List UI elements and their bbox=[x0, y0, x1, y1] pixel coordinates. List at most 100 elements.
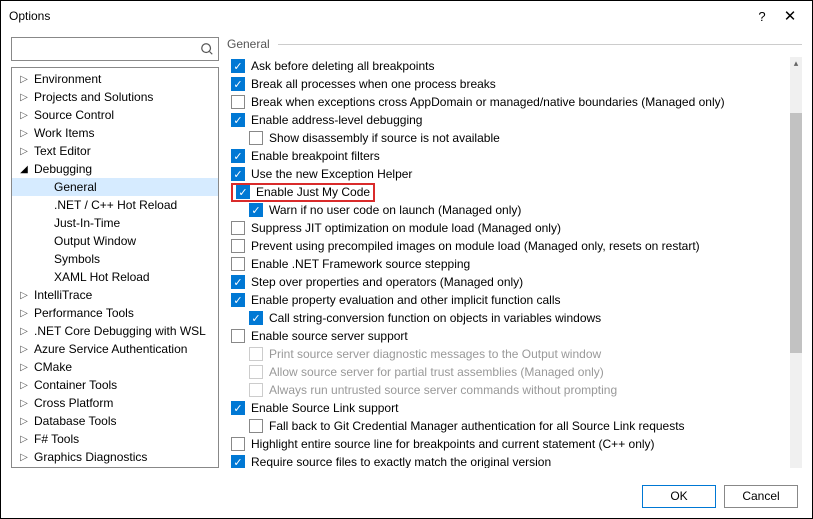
chevron-right-icon[interactable]: ▷ bbox=[18, 308, 30, 319]
option-label: Enable .NET Framework source stepping bbox=[251, 257, 470, 271]
tree-item[interactable]: ▷Database Tools bbox=[12, 412, 218, 430]
tree-item-label: XAML Hot Reload bbox=[50, 270, 150, 284]
search-input[interactable] bbox=[12, 42, 196, 56]
checkbox bbox=[249, 347, 263, 361]
checkbox[interactable] bbox=[231, 221, 245, 235]
scrollbar-up-icon[interactable]: ▴ bbox=[790, 57, 802, 69]
option-label: Use the new Exception Helper bbox=[251, 167, 412, 181]
option-row: Fall back to Git Credential Manager auth… bbox=[227, 417, 788, 435]
option-row: ✓Call string-conversion function on obje… bbox=[227, 309, 788, 327]
checkbox[interactable] bbox=[231, 239, 245, 253]
tree-item[interactable]: ▷Source Control bbox=[12, 106, 218, 124]
checkbox[interactable] bbox=[249, 419, 263, 433]
checkbox[interactable]: ✓ bbox=[231, 275, 245, 289]
tree-item-label: Container Tools bbox=[30, 378, 117, 392]
tree-item[interactable]: ▷.NET Core Debugging with WSL bbox=[12, 322, 218, 340]
tree-item[interactable]: ▷Azure Service Authentication bbox=[12, 340, 218, 358]
chevron-right-icon[interactable]: ▷ bbox=[18, 380, 30, 391]
tree-item[interactable]: ◢Debugging bbox=[12, 160, 218, 178]
tree-item-label: F# Tools bbox=[30, 432, 79, 446]
checkbox[interactable]: ✓ bbox=[231, 401, 245, 415]
checkbox[interactable]: ✓ bbox=[231, 59, 245, 73]
option-label: Allow source server for partial trust as… bbox=[269, 365, 604, 379]
tree-item[interactable]: General bbox=[12, 178, 218, 196]
tree-item[interactable]: ▷Performance Tools bbox=[12, 304, 218, 322]
option-row: ✓Warn if no user code on launch (Managed… bbox=[227, 201, 788, 219]
chevron-right-icon[interactable]: ▷ bbox=[18, 362, 30, 373]
chevron-right-icon[interactable]: ▷ bbox=[18, 74, 30, 85]
chevron-down-icon[interactable]: ◢ bbox=[18, 164, 30, 175]
highlighted-option: ✓Enable Just My Code bbox=[231, 183, 375, 202]
checkbox[interactable] bbox=[231, 329, 245, 343]
chevron-right-icon[interactable]: ▷ bbox=[18, 110, 30, 121]
tree-item-label: Performance Tools bbox=[30, 306, 134, 320]
tree-item[interactable]: ▷IntelliTrace bbox=[12, 286, 218, 304]
option-label: Break all processes when one process bre… bbox=[251, 77, 496, 91]
checkbox[interactable] bbox=[231, 95, 245, 109]
tree-item[interactable]: ▷Graphics Diagnostics bbox=[12, 448, 218, 466]
tree-item[interactable]: Output Window bbox=[12, 232, 218, 250]
option-label: Enable property evaluation and other imp… bbox=[251, 293, 561, 307]
ok-button[interactable]: OK bbox=[642, 485, 716, 508]
tree-item[interactable]: Just-In-Time bbox=[12, 214, 218, 232]
chevron-right-icon[interactable]: ▷ bbox=[18, 398, 30, 409]
checkbox[interactable]: ✓ bbox=[231, 113, 245, 127]
checkbox[interactable]: ✓ bbox=[236, 185, 250, 199]
tree-item-label: Projects and Solutions bbox=[30, 90, 153, 104]
checkbox[interactable]: ✓ bbox=[249, 203, 263, 217]
option-label: Break when exceptions cross AppDomain or… bbox=[251, 95, 725, 109]
help-button[interactable]: ? bbox=[748, 2, 776, 30]
chevron-right-icon[interactable]: ▷ bbox=[18, 434, 30, 445]
chevron-right-icon[interactable]: ▷ bbox=[18, 146, 30, 157]
chevron-right-icon[interactable]: ▷ bbox=[18, 128, 30, 139]
tree-item[interactable]: ▷CMake bbox=[12, 358, 218, 376]
section-title: General bbox=[227, 37, 270, 51]
checkbox[interactable]: ✓ bbox=[231, 149, 245, 163]
tree-item[interactable]: ▷Text Editor bbox=[12, 142, 218, 160]
checkbox[interactable]: ✓ bbox=[231, 77, 245, 91]
tree-item[interactable]: ▷Work Items bbox=[12, 124, 218, 142]
tree-item-label: IntelliTrace bbox=[30, 288, 92, 302]
option-row: Enable source server support bbox=[227, 327, 788, 345]
checkbox[interactable]: ✓ bbox=[231, 167, 245, 181]
checkbox[interactable]: ✓ bbox=[231, 455, 245, 468]
tree-item-label: Just-In-Time bbox=[50, 216, 120, 230]
tree-item[interactable]: Symbols bbox=[12, 250, 218, 268]
tree-item[interactable]: .NET / C++ Hot Reload bbox=[12, 196, 218, 214]
tree-item-label: Text Editor bbox=[30, 144, 91, 158]
checkbox[interactable] bbox=[249, 131, 263, 145]
chevron-right-icon[interactable]: ▷ bbox=[18, 326, 30, 337]
options-dialog: Options ? ✕ ▷Environment▷Projects and So… bbox=[0, 0, 813, 519]
settings-panel[interactable]: ✓Ask before deleting all breakpoints✓Bre… bbox=[227, 57, 802, 468]
tree-item-label: Azure Service Authentication bbox=[30, 342, 187, 356]
tree-item-label: Work Items bbox=[30, 126, 94, 140]
option-row: ✓Step over properties and operators (Man… bbox=[227, 273, 788, 291]
chevron-right-icon[interactable]: ▷ bbox=[18, 452, 30, 463]
tree-item[interactable]: ▷F# Tools bbox=[12, 430, 218, 448]
option-row: Show disassembly if source is not availa… bbox=[227, 129, 788, 147]
option-row: ✓Enable Source Link support bbox=[227, 399, 788, 417]
tree-item-label: Cross Platform bbox=[30, 396, 113, 410]
option-row: ✓Enable Just My Code bbox=[227, 183, 788, 201]
checkbox[interactable]: ✓ bbox=[231, 293, 245, 307]
category-tree[interactable]: ▷Environment▷Projects and Solutions▷Sour… bbox=[11, 67, 219, 468]
tree-item[interactable]: ▷Projects and Solutions bbox=[12, 88, 218, 106]
tree-item[interactable]: ▷IntelliCode bbox=[12, 466, 218, 468]
search-box[interactable] bbox=[11, 37, 219, 61]
checkbox[interactable] bbox=[231, 437, 245, 451]
chevron-right-icon[interactable]: ▷ bbox=[18, 92, 30, 103]
tree-item[interactable]: ▷Container Tools bbox=[12, 376, 218, 394]
close-button[interactable]: ✕ bbox=[776, 2, 804, 30]
checkbox[interactable] bbox=[231, 257, 245, 271]
tree-item[interactable]: ▷Environment bbox=[12, 70, 218, 88]
tree-item[interactable]: XAML Hot Reload bbox=[12, 268, 218, 286]
chevron-right-icon[interactable]: ▷ bbox=[18, 290, 30, 301]
option-label: Highlight entire source line for breakpo… bbox=[251, 437, 655, 451]
scrollbar-thumb[interactable] bbox=[790, 113, 802, 353]
tree-item[interactable]: ▷Cross Platform bbox=[12, 394, 218, 412]
chevron-right-icon[interactable]: ▷ bbox=[18, 344, 30, 355]
cancel-button[interactable]: Cancel bbox=[724, 485, 798, 508]
chevron-right-icon[interactable]: ▷ bbox=[18, 416, 30, 427]
checkbox[interactable]: ✓ bbox=[249, 311, 263, 325]
option-label: Enable breakpoint filters bbox=[251, 149, 380, 163]
